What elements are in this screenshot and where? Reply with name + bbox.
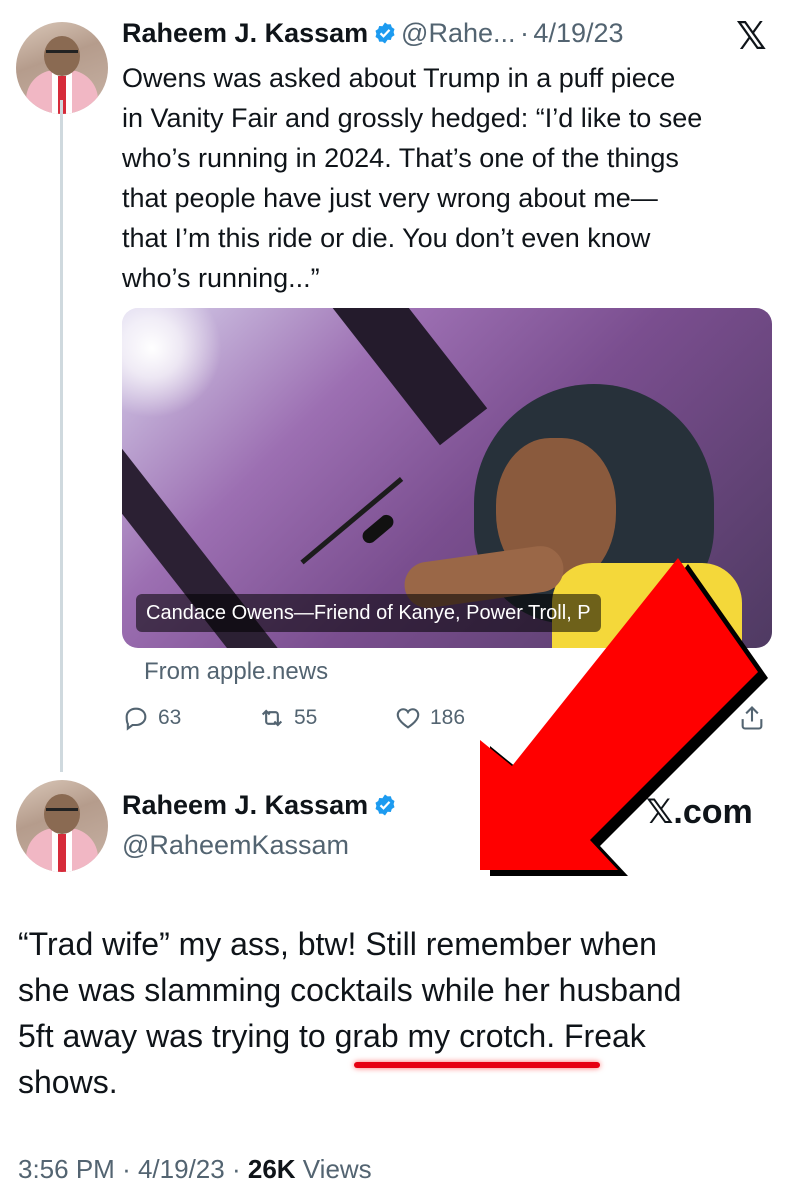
tweet-date[interactable]: 4/19/23 — [533, 18, 623, 48]
tweet-text-line: who’s running in 2024. That’s one of the… — [122, 143, 679, 173]
x-logo-icon: 𝕏 — [736, 16, 767, 58]
author-handle[interactable]: @Rahe... — [401, 18, 515, 48]
tweet-text-line: Owens was asked about Trump in a puff pi… — [122, 63, 676, 93]
views-count: 26K — [247, 1154, 296, 1184]
tweet-text-line: who’s running...” — [122, 263, 320, 293]
tweet-text: Owens was asked about Trump in a puff pi… — [122, 58, 782, 298]
tweet-text-line: that I’m this ride or die. You don’t eve… — [122, 223, 651, 253]
tweet-text-line: “Trad wife” my ass, btw! Still remember … — [18, 926, 657, 962]
like-icon — [396, 708, 420, 729]
thread-line — [60, 100, 63, 772]
verified-badge-icon — [375, 22, 395, 44]
reply-count: 63 — [158, 706, 182, 729]
author-name[interactable]: Raheem J. Kassam — [122, 18, 368, 48]
author-handle[interactable]: @RaheemKassam — [122, 830, 349, 861]
tweet-text: “Trad wife” my ass, btw! Still remember … — [18, 921, 778, 1105]
repost-count: 55 — [294, 706, 318, 729]
tweet-text-line: in Vanity Fair and grossly hedged: “I’d … — [122, 103, 703, 133]
author-name[interactable]: Raheem J. Kassam — [122, 790, 368, 820]
stage-light — [122, 308, 222, 418]
tweet-meta: 3:56 PM · 4/19/23 · 26K Views — [18, 1154, 372, 1184]
reply-icon — [125, 707, 147, 731]
tweet-date[interactable]: 4/19/23 — [138, 1154, 225, 1184]
tweet-text-line: 5ft away was trying to grab my crotch. F… — [18, 1018, 646, 1054]
repost-icon — [261, 709, 283, 727]
tweet-text-line: that people have just very wrong about m… — [122, 183, 658, 213]
tweet-header: Raheem J. Kassam — [122, 790, 397, 821]
reply-button[interactable]: 63 — [122, 704, 181, 732]
tweet-text-line: she was slamming cocktails while her hus… — [18, 972, 682, 1008]
avatar[interactable] — [16, 780, 108, 872]
red-underline-annotation — [354, 1062, 600, 1068]
red-arrow-annotation — [480, 558, 768, 876]
verified-badge-icon — [375, 794, 395, 816]
tweet-header: Raheem J. Kassam @Rahe... · 4/19/23 — [122, 18, 624, 48]
views-label: Views — [302, 1154, 372, 1184]
tweet-time[interactable]: 3:56 PM — [18, 1154, 115, 1184]
card-source[interactable]: From apple.news — [144, 658, 328, 686]
repost-button[interactable]: 55 — [258, 704, 317, 732]
